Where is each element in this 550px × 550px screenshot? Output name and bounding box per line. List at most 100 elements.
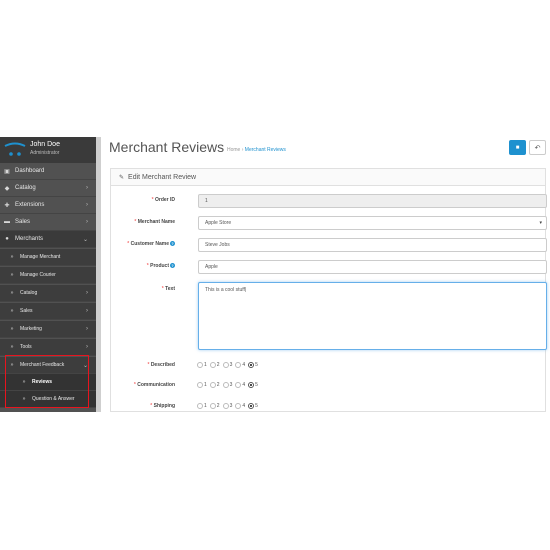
- merchant-name-value: Apple Store: [205, 220, 232, 226]
- admin-screenshot: John Doe Administrator ▣ Dashboard ◆ Cat…: [0, 137, 550, 412]
- nav-label: Manage Courier: [20, 272, 56, 278]
- nav-label: Catalog: [15, 185, 36, 191]
- customer-name-input[interactable]: Steve Jobs: [198, 238, 547, 252]
- reply-icon: ↶: [534, 144, 541, 152]
- chevron-down-icon: ⌄: [82, 236, 88, 243]
- breadcrumb-current[interactable]: Merchant Reviews: [245, 147, 286, 153]
- tag-icon: ◆: [4, 185, 10, 192]
- communication-label: * Communication: [133, 382, 175, 388]
- nav-label: Sales: [15, 219, 31, 225]
- save-icon: ■: [515, 144, 520, 151]
- double-chevron-icon: »: [10, 344, 14, 350]
- nav-merchant-tools[interactable]: » Tools ›: [0, 339, 96, 356]
- dashboard-icon: ▣: [4, 168, 10, 175]
- nav-label: Sales: [20, 308, 33, 314]
- customer-name-label: * Customer Name?: [127, 241, 175, 247]
- nav-label: Catalog: [20, 290, 38, 296]
- text-cursor: |: [244, 287, 247, 293]
- chevron-right-icon: ›: [86, 219, 88, 225]
- rating-option[interactable]: 3: [222, 382, 232, 388]
- nav-label: Merchants: [15, 236, 44, 242]
- puzzle-icon: ✚: [4, 202, 10, 209]
- rating-option[interactable]: 4: [235, 362, 245, 368]
- product-value: Apple: [205, 264, 218, 270]
- nav-dashboard[interactable]: ▣ Dashboard: [0, 163, 96, 180]
- double-chevron-icon: »: [10, 308, 14, 314]
- described-rating[interactable]: 1 2 3 4 5: [197, 362, 261, 368]
- order-id-value: 1: [205, 198, 208, 204]
- rating-option-selected[interactable]: 5: [248, 382, 258, 388]
- back-button[interactable]: ↶: [529, 140, 546, 155]
- chevron-right-icon: ›: [86, 308, 88, 314]
- shipping-rating[interactable]: 1 2 3 4 5: [197, 403, 261, 409]
- page-title: Merchant Reviews: [109, 139, 225, 155]
- chevron-right-icon: ›: [86, 344, 88, 350]
- nav-label: Extensions: [15, 202, 45, 208]
- breadcrumb: Home › Merchant Reviews: [227, 147, 286, 153]
- nav-label: Dashboard: [15, 168, 45, 174]
- rating-option-selected[interactable]: 5: [248, 362, 258, 368]
- text-label: * Text: [161, 286, 175, 292]
- double-chevron-icon: »: [10, 290, 14, 296]
- shipping-label: * Shipping: [150, 403, 175, 409]
- main-content: Merchant Reviews Home › Merchant Reviews…: [101, 137, 550, 412]
- double-chevron-icon: »: [10, 254, 14, 260]
- nav-merchant-marketing[interactable]: » Marketing ›: [0, 321, 96, 338]
- rating-option-selected[interactable]: 5: [248, 403, 258, 409]
- double-chevron-icon: »: [10, 326, 14, 332]
- user-name: John Doe: [30, 141, 60, 148]
- rating-option[interactable]: 4: [235, 403, 245, 409]
- panel-heading: ✎ Edit Merchant Review: [111, 169, 545, 186]
- pencil-icon: ✎: [119, 174, 125, 181]
- rating-option[interactable]: 4: [235, 382, 245, 388]
- nav-extensions[interactable]: ✚ Extensions ›: [0, 197, 96, 214]
- users-icon: ●: [5, 236, 9, 242]
- help-icon: ?: [170, 241, 175, 247]
- communication-rating[interactable]: 1 2 3 4 5: [197, 382, 261, 388]
- rating-option[interactable]: 2: [209, 382, 220, 388]
- merchant-name-label: * Merchant Name: [134, 219, 175, 225]
- chevron-right-icon: ›: [86, 202, 88, 208]
- cart-icon: ▬: [4, 219, 10, 225]
- order-id-label: * Order ID: [151, 197, 175, 203]
- chevron-right-icon: ›: [86, 185, 88, 191]
- panel-title: Edit Merchant Review: [128, 173, 197, 181]
- help-icon: ?: [170, 263, 175, 269]
- chevron-right-icon: ›: [86, 290, 88, 296]
- review-text-value: This is a cool stuff: [205, 287, 245, 293]
- breadcrumb-home[interactable]: Home: [227, 147, 240, 153]
- described-label: * Described: [147, 362, 175, 368]
- nav-label: Marketing: [20, 326, 42, 332]
- double-chevron-icon: »: [10, 272, 14, 278]
- nav-manage-courier[interactable]: » Manage Courier: [0, 267, 96, 284]
- rating-option[interactable]: 1: [197, 403, 207, 409]
- nav-manage-merchant[interactable]: » Manage Merchant: [0, 249, 96, 266]
- rating-option[interactable]: 1: [197, 362, 207, 368]
- rating-option[interactable]: 1: [197, 382, 207, 388]
- user-role: Administrator: [30, 150, 60, 156]
- customer-name-value: Steve Jobs: [205, 242, 230, 248]
- rating-option[interactable]: 3: [222, 403, 232, 409]
- review-text-area[interactable]: This is a cool stuff|: [198, 282, 547, 350]
- nav-merchants[interactable]: ● Merchants ⌄: [0, 231, 96, 248]
- rating-option[interactable]: 2: [209, 403, 220, 409]
- chevron-right-icon: ›: [86, 326, 88, 332]
- merchant-name-select[interactable]: Apple Store ▾: [198, 216, 547, 230]
- user-profile[interactable]: John Doe Administrator: [0, 137, 96, 163]
- rating-option[interactable]: 3: [222, 362, 232, 368]
- nav-catalog[interactable]: ◆ Catalog ›: [0, 180, 96, 197]
- highlight-annotation-box: [5, 355, 89, 408]
- product-input[interactable]: Apple: [198, 260, 547, 274]
- breadcrumb-separator: ›: [241, 147, 244, 153]
- edit-panel: ✎ Edit Merchant Review * Order ID 1 * Me…: [110, 168, 547, 412]
- nav-sales[interactable]: ▬ Sales ›: [0, 214, 96, 231]
- order-id-field[interactable]: 1: [198, 194, 547, 208]
- nav-merchant-sales[interactable]: » Sales ›: [0, 303, 96, 320]
- save-button[interactable]: ■: [509, 140, 526, 155]
- nav-merchant-catalog[interactable]: » Catalog ›: [0, 285, 96, 302]
- product-label: * Product?: [146, 263, 175, 269]
- logo-icon: [4, 142, 26, 163]
- sidebar: John Doe Administrator ▣ Dashboard ◆ Cat…: [0, 137, 96, 412]
- caret-down-icon: ▾: [539, 220, 542, 226]
- rating-option[interactable]: 2: [209, 362, 220, 368]
